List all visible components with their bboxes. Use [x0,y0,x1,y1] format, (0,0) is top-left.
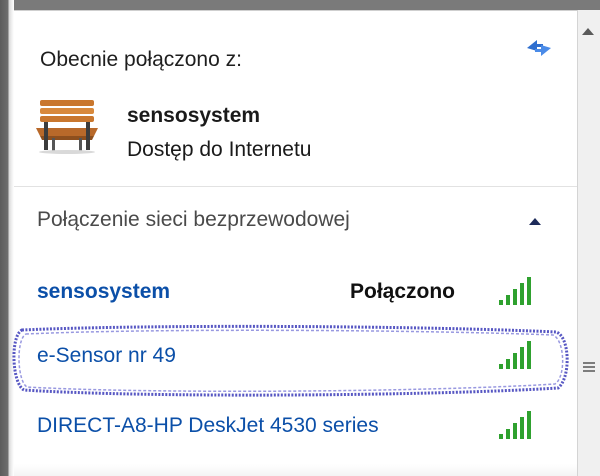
network-name: sensosystem [37,280,171,303]
current-network-name: sensosystem [127,104,261,127]
wifi-flyout: Obecnie połączono z: sensosystem Dostęp … [0,0,600,476]
window-left-border [0,0,14,476]
vertical-scrollbar[interactable] [577,10,600,476]
chevron-up-icon[interactable] [529,218,541,225]
signal-strength-icon [499,411,531,439]
refresh-icon[interactable] [524,36,554,58]
list-bottom-edge [14,464,577,476]
scroll-thumb-grip-icon[interactable] [583,362,595,374]
network-name: DIRECT-A8-HP DeskJet 4530 series [37,414,379,437]
network-row-sensosystem[interactable]: sensosystem Połączono [14,266,577,322]
scroll-up-arrow-icon[interactable] [582,28,594,35]
highlight-marker-annotation [12,324,569,397]
bench-icon [36,100,98,154]
wireless-section-header[interactable]: Połączenie sieci bezprzewodowej [37,208,350,232]
current-network-status: Dostęp do Internetu [127,138,312,161]
network-connected-status: Połączono [350,280,456,303]
network-row-direct-hp[interactable]: DIRECT-A8-HP DeskJet 4530 series [14,400,577,456]
currently-connected-label: Obecnie połączono z: [40,48,242,71]
section-divider [14,186,577,187]
signal-strength-icon [499,277,531,305]
window-top-border [0,0,600,10]
